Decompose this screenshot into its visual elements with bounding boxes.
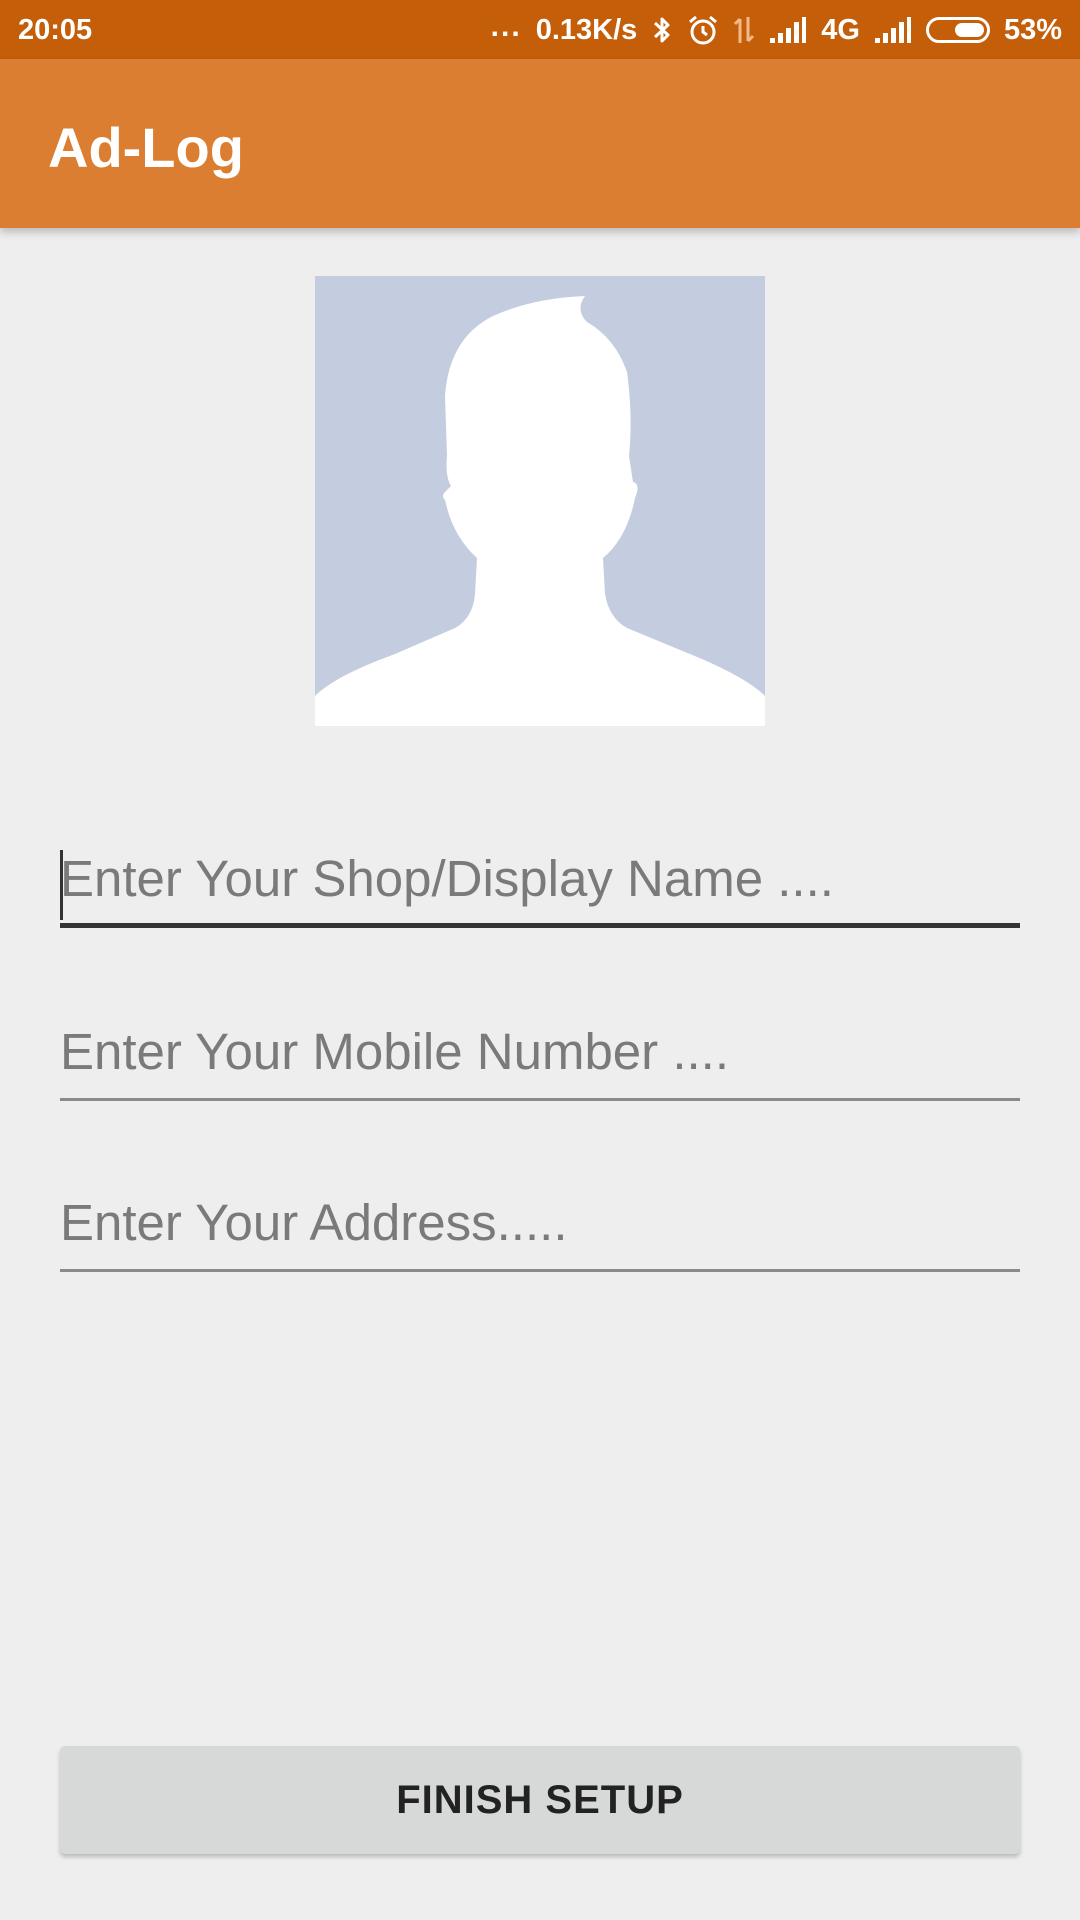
network-speed: 0.13K/s <box>535 13 638 46</box>
data-transfer-icon <box>733 15 755 45</box>
address-field[interactable] <box>60 1172 1020 1272</box>
setup-screen: 20:05 ... 0.13K/s 4G 53% Ad-Log Enter Yo… <box>0 0 1080 1920</box>
profile-picture[interactable] <box>315 276 765 726</box>
shop-name-field[interactable] <box>60 828 1020 928</box>
app-title: Ad-Log <box>48 116 244 179</box>
signal-icon <box>769 16 807 44</box>
bluetooth-icon <box>651 15 673 45</box>
address-input[interactable] <box>60 1172 1020 1272</box>
network-type: 4G <box>821 13 860 46</box>
mobile-number-underline <box>60 1098 1020 1101</box>
alarm-icon <box>687 14 719 46</box>
battery-level-fill <box>954 23 984 37</box>
signal-icon-secondary <box>874 16 912 44</box>
shop-name-underline <box>60 923 1020 928</box>
battery-icon <box>925 17 990 43</box>
mobile-number-field[interactable] <box>60 1001 1020 1101</box>
app-bar: Ad-Log <box>0 59 1080 228</box>
address-underline <box>60 1269 1020 1272</box>
text-cursor <box>60 850 63 920</box>
battery-percent: 53% <box>1003 13 1062 46</box>
status-bar: 20:05 ... 0.13K/s 4G 53% <box>0 0 1080 59</box>
profile-placeholder-icon <box>315 296 765 726</box>
shop-name-input[interactable] <box>60 828 1020 928</box>
finish-setup-button[interactable]: FINISH SETUP <box>60 1746 1020 1854</box>
mobile-number-input[interactable] <box>60 1001 1020 1101</box>
more-notifications-dots: ... <box>490 10 522 43</box>
status-icons: ... 0.13K/s 4G 53% <box>491 10 1062 50</box>
status-time: 20:05 <box>18 14 93 46</box>
